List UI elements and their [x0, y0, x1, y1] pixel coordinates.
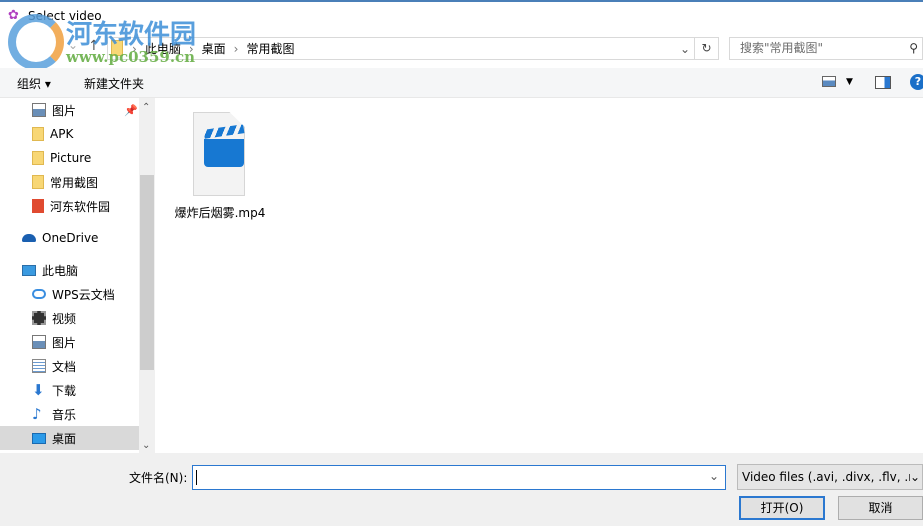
search-icon: ⚲ — [909, 41, 918, 55]
sidebar-item-label: WPS云文档 — [52, 287, 115, 302]
sidebar-item[interactable]: 常用截图 — [0, 170, 139, 194]
sidebar-item-label: 此电脑 — [42, 263, 79, 278]
organize-button[interactable]: 组织 ▾ — [17, 75, 51, 92]
breadcrumb-item[interactable]: 桌面 — [202, 40, 226, 57]
sidebar-item[interactable]: 此电脑 — [0, 258, 139, 282]
filename-input[interactable]: ⌄ — [192, 465, 726, 490]
chevron-down-icon: ⌄ — [909, 465, 920, 489]
scroll-down-icon[interactable]: ⌄ — [142, 440, 150, 451]
breadcrumb-item[interactable]: 常用截图 — [246, 40, 294, 57]
sidebar-item-label: APK — [50, 127, 74, 141]
preview-pane-icon[interactable] — [875, 76, 891, 89]
recent-locations-chevron-icon[interactable]: ⌄ — [68, 38, 78, 52]
up-arrow-icon[interactable]: ↑ — [88, 38, 100, 54]
document-icon — [32, 359, 46, 373]
sidebar-item-label: 河东软件园 — [50, 199, 111, 214]
filename-dropdown-icon[interactable]: ⌄ — [709, 469, 719, 483]
folder-red-icon — [32, 199, 44, 213]
new-folder-button[interactable]: 新建文件夹 — [84, 75, 144, 92]
pictures-icon — [32, 103, 46, 117]
folder-icon — [32, 151, 44, 165]
address-bar[interactable]: › 此电脑 › 桌面 › 常用截图 ⌄ — [107, 37, 695, 60]
video-icon — [32, 311, 46, 325]
sidebar-item[interactable]: 图片 — [0, 330, 139, 354]
breadcrumb-item[interactable]: 此电脑 — [145, 40, 181, 57]
onedrive-icon — [22, 234, 36, 242]
cloud-icon — [32, 289, 46, 299]
window-title: Select video — [28, 9, 102, 23]
sidebar-item-label: 图片 — [52, 335, 77, 350]
sidebar-item[interactable]: ⬇ 下载 — [0, 378, 139, 402]
sidebar-item-label: OneDrive — [42, 231, 99, 245]
sidebar-item[interactable]: OneDrive — [0, 226, 139, 250]
window-border — [0, 0, 923, 2]
search-input[interactable]: 搜索"常用截图" ⚲ — [729, 37, 923, 60]
open-button[interactable]: 打开(O) — [739, 496, 825, 520]
sidebar-item-label: 下载 — [52, 383, 77, 398]
file-type-select[interactable]: Video files (.avi, .divx, .flv, .m ⌄ — [737, 464, 923, 490]
view-dropdown-icon[interactable]: ▼ — [846, 77, 853, 87]
sidebar-item[interactable]: 桌面 — [0, 426, 139, 450]
pin-icon[interactable]: 📌 — [124, 104, 138, 117]
toolbar: 组织 ▾ 新建文件夹 ▼ ? — [0, 68, 923, 98]
sidebar-item-label: 文档 — [52, 359, 77, 374]
file-name: 爆炸后烟雾.mp4 — [174, 206, 266, 220]
sidebar-item[interactable]: 视频 — [0, 306, 139, 330]
sidebar-item[interactable]: ♪ 音乐 — [0, 402, 139, 426]
folder-icon — [111, 40, 123, 56]
sidebar-item-label: 桌面 — [52, 431, 77, 446]
sidebar-item-label: 音乐 — [52, 407, 77, 422]
sidebar-item[interactable]: 图片 — [0, 98, 139, 122]
scrollbar-thumb[interactable] — [140, 175, 154, 370]
address-dropdown-icon[interactable]: ⌄ — [680, 42, 690, 56]
sidebar-item-label: Picture — [50, 151, 92, 165]
scroll-up-icon[interactable]: ⌃ — [142, 102, 150, 113]
sidebar-item[interactable]: 河东软件园 — [0, 194, 139, 218]
navigation-pane: 图片 APK Picture 常用截图河东软件园 OneDrive 此电脑 WPS云文档 视频… — [0, 98, 139, 453]
help-icon[interactable]: ? — [910, 74, 923, 90]
folder-icon — [32, 127, 44, 141]
filename-label: 文件名(N): — [129, 471, 188, 485]
sidebar-item[interactable]: 文档 — [0, 354, 139, 378]
sidebar-item[interactable]: WPS云文档 — [0, 282, 139, 306]
sidebar-item-label: 常用截图 — [50, 175, 99, 190]
refresh-button[interactable]: ↻ — [695, 37, 719, 60]
download-icon: ⬇ — [32, 381, 45, 399]
video-file-icon — [193, 112, 245, 196]
music-icon: ♪ — [32, 405, 42, 423]
view-icon[interactable] — [822, 76, 836, 87]
sidebar-item[interactable]: APK — [0, 122, 139, 146]
sidebar-item-label: 视频 — [52, 311, 77, 326]
sidebar-item-label: 图片 — [52, 103, 77, 118]
app-icon: ✿ — [8, 8, 19, 23]
sidebar-item[interactable]: Picture — [0, 146, 139, 170]
pictures-icon — [32, 335, 46, 349]
folder-icon — [32, 175, 44, 189]
cancel-button[interactable]: 取消 — [838, 496, 923, 520]
computer-icon — [22, 264, 36, 276]
file-list — [157, 98, 923, 453]
desktop-icon — [32, 432, 46, 444]
